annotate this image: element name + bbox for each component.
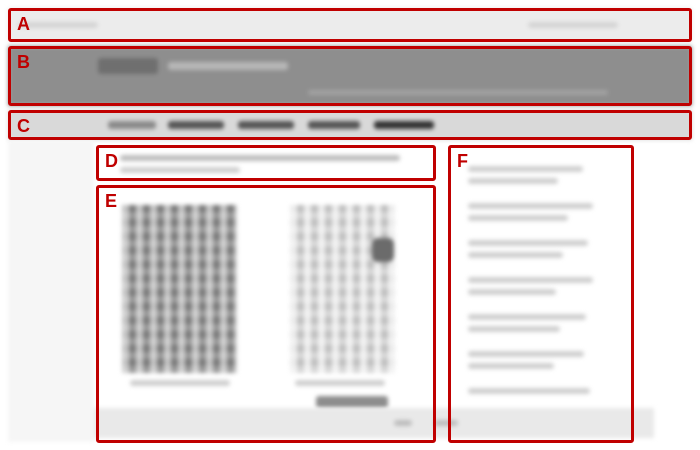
region-e-label: E [105, 191, 118, 211]
left-gutter [8, 140, 94, 442]
region-a-box: A [8, 8, 692, 42]
region-f-label: F [457, 151, 468, 171]
region-e-box: E [96, 185, 436, 443]
region-c-label: C [17, 116, 30, 136]
region-b-box: B [8, 46, 692, 106]
region-c-box: C [8, 110, 692, 140]
region-f-box: F [448, 145, 634, 443]
region-b-label: B [17, 52, 30, 72]
region-d-box: D [96, 145, 436, 181]
region-a-label: A [17, 14, 30, 34]
region-d-label: D [105, 151, 118, 171]
